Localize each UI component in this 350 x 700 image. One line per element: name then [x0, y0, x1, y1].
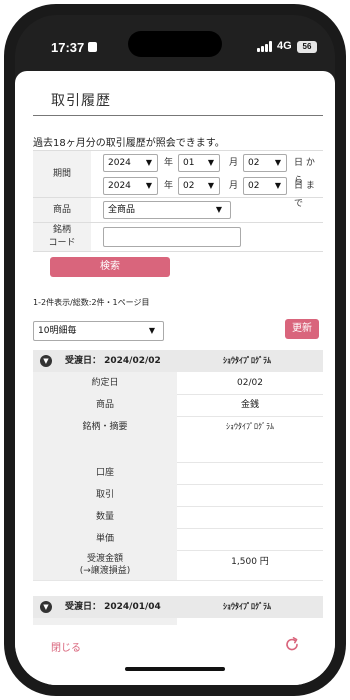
record-row: 商品 金銭 — [33, 394, 323, 417]
record-name: ｼｮｳﾀｲﾌﾟﾛｸﾞﾗﾑ — [223, 356, 271, 365]
row-value — [177, 484, 323, 506]
period-label: 期間 — [33, 151, 91, 197]
modal-sheet: 取引履歴 過去18ヶ月分の取引履歴が照会できます。 期間 2024 ▼ 年 01 ▼… — [15, 71, 335, 685]
to-day-select[interactable]: 02 ▼ — [243, 177, 287, 195]
battery-icon: 56 — [297, 41, 317, 53]
row-label: 商品 — [33, 394, 177, 416]
refresh-button[interactable]: 更新 — [285, 319, 319, 339]
record-date: 受渡日： 2024/02/02 — [65, 356, 161, 366]
screen: 17:37 4G 56 取引履歴 過去18ヶ月分の取引履歴が照会できます。 期間… — [15, 15, 335, 685]
row-value — [177, 462, 323, 484]
title-divider — [33, 115, 323, 116]
month-unit: 月 — [229, 181, 239, 191]
dynamic-island — [128, 31, 222, 57]
product-label: 商品 — [33, 198, 91, 222]
month-unit: 月 — [229, 158, 239, 168]
page-title: 取引履歴 — [51, 93, 111, 109]
result-count: 1-2件表示/総数:2件・1ページ目 — [33, 298, 150, 307]
row-label: 約定日 — [33, 372, 177, 394]
footer-bar: 閉じる — [15, 625, 335, 685]
row-label — [33, 618, 177, 625]
dropdown-arrow-icon: ▼ — [207, 181, 214, 190]
per-page-select[interactable]: 10明細毎 ▼ — [33, 321, 164, 341]
record-row: 単価 — [33, 528, 323, 551]
row-value: 02/02 — [237, 378, 263, 388]
row-label: 取引 — [33, 484, 177, 506]
row-value — [177, 528, 323, 550]
record-row: 数量 — [33, 506, 323, 529]
record-header[interactable]: ▼ 受渡日： 2024/02/02 ｼｮｳﾀｲﾌﾟﾛｸﾞﾗﾑ — [33, 350, 323, 372]
chevron-down-icon[interactable]: ▼ — [40, 601, 52, 613]
year-unit: 年 — [164, 181, 174, 191]
record-name: ｼｮｳﾀｲﾌﾟﾛｸﾞﾗﾑ — [223, 602, 271, 611]
network-type: 4G — [277, 40, 292, 52]
to-month-select[interactable]: 02 ▼ — [178, 177, 220, 195]
dropdown-arrow-icon: ▼ — [207, 158, 214, 167]
dropdown-arrow-icon: ▼ — [215, 205, 222, 214]
code-row: 銘柄 コード — [33, 222, 323, 252]
dropdown-arrow-icon: ▼ — [145, 158, 152, 167]
record-row: 受渡金額 (→譲渡損益) 1,500 円 — [33, 550, 323, 581]
row-value: 1,500 円 — [231, 557, 269, 567]
record-row: 口座 — [33, 462, 323, 485]
record-row: 約定日 02/02 — [33, 372, 323, 395]
record-row — [33, 618, 323, 625]
row-value: ｼｮｳﾀｲﾌﾟﾛｸﾞﾗﾑ — [226, 422, 274, 431]
product-select[interactable]: 全商品 ▼ — [103, 201, 231, 219]
home-indicator[interactable] — [125, 667, 225, 671]
row-label: 銘柄・摘要 — [33, 416, 177, 462]
product-row: 商品 全商品 ▼ — [33, 197, 323, 222]
row-value: 金銭 — [240, 400, 259, 410]
year-unit: 年 — [164, 158, 174, 168]
scroll-content[interactable]: 取引履歴 過去18ヶ月分の取引履歴が照会できます。 期間 2024 ▼ 年 01 ▼… — [15, 71, 335, 625]
record-header[interactable]: ▼ 受渡日： 2024/01/04 ｼｮｳﾀｲﾌﾟﾛｸﾞﾗﾑ — [33, 596, 323, 618]
lock-icon — [88, 42, 97, 52]
from-year-select[interactable]: 2024 ▼ — [103, 154, 158, 172]
dropdown-arrow-icon: ▼ — [274, 158, 281, 167]
record-row: 取引 — [33, 484, 323, 507]
search-button[interactable]: 検索 — [50, 257, 170, 277]
row-label: 受渡金額 (→譲渡損益) — [33, 550, 177, 580]
record-date: 受渡日： 2024/01/04 — [65, 602, 161, 612]
status-time: 17:37 — [51, 40, 85, 55]
phone-frame: 17:37 4G 56 取引履歴 過去18ヶ月分の取引履歴が照会できます。 期間… — [4, 4, 346, 696]
chevron-down-icon[interactable]: ▼ — [40, 355, 52, 367]
row-label: 数量 — [33, 506, 177, 528]
dropdown-arrow-icon: ▼ — [148, 326, 155, 335]
reload-icon[interactable] — [283, 635, 301, 653]
period-row: 期間 2024 ▼ 年 01 ▼ 月 02 ▼ 日 から 2024 ▼ 年 02 ▼ 月 … — [33, 150, 323, 209]
close-button[interactable]: 閉じる — [51, 639, 81, 654]
dropdown-arrow-icon: ▼ — [145, 181, 152, 190]
row-label: 単価 — [33, 528, 177, 550]
to-year-select[interactable]: 2024 ▼ — [103, 177, 158, 195]
row-value — [177, 506, 323, 528]
signal-icon — [257, 41, 273, 52]
code-input[interactable] — [103, 227, 241, 247]
code-label: 銘柄 コード — [33, 223, 91, 251]
from-day-select[interactable]: 02 ▼ — [243, 154, 287, 172]
row-label: 口座 — [33, 462, 177, 484]
record-row: 銘柄・摘要 ｼｮｳﾀｲﾌﾟﾛｸﾞﾗﾑ — [33, 416, 323, 463]
notice-text: 過去18ヶ月分の取引履歴が照会できます。 — [33, 138, 225, 149]
from-month-select[interactable]: 01 ▼ — [178, 154, 220, 172]
dropdown-arrow-icon: ▼ — [274, 181, 281, 190]
